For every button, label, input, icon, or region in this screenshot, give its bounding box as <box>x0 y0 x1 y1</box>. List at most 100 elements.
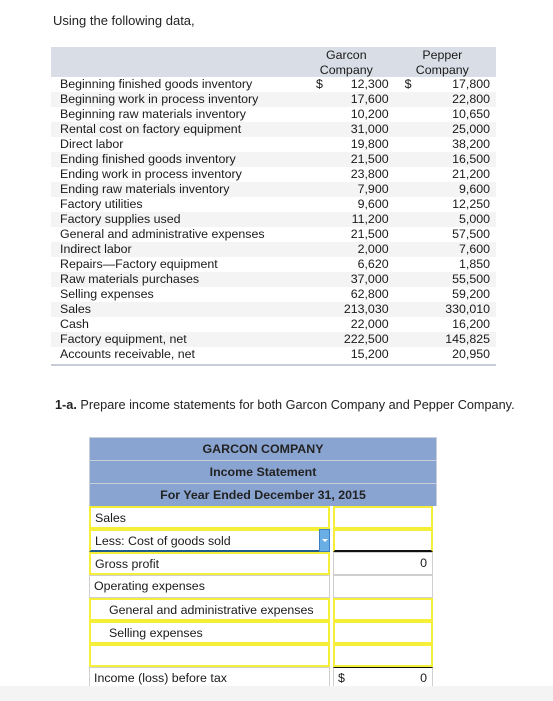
pepper-value: 1,850 <box>389 257 496 272</box>
data-table-row: Selling expenses 62,800 59,200 <box>51 287 496 302</box>
row-label: Direct labor <box>60 137 124 151</box>
selling-label-select[interactable]: Selling expenses <box>89 621 330 644</box>
garcon-amount: 17,600 <box>350 92 389 106</box>
garcon-amount: 2,000 <box>357 242 389 256</box>
pepper-amount: 20,950 <box>452 347 490 361</box>
is-company-name: GARCON COMPANY <box>89 437 437 460</box>
garcon-amount: 9,600 <box>357 197 389 211</box>
question-text: 1-a. Prepare income statements for both … <box>55 398 515 412</box>
pepper-amount: 59,200 <box>452 287 490 301</box>
garcon-value: 17,600 <box>303 92 389 107</box>
pepper-amount: 25,000 <box>452 122 490 136</box>
row-label: Repairs—Factory equipment <box>60 257 218 271</box>
row-label: Ending work in process inventory <box>60 167 242 181</box>
pepper-amount: 1,850 <box>458 257 490 271</box>
is-row-gross-profit: Gross profit 0 <box>89 552 437 575</box>
garcon-amount: 22,000 <box>350 317 389 331</box>
data-table-row: Beginning raw materials inventory 10,200 1… <box>51 107 496 122</box>
data-table-row: Accounts receivable, net 15,200 20,950 <box>51 347 496 366</box>
pepper-amount: 17,800 <box>452 77 490 91</box>
garcon-value: 2,000 <box>303 242 389 257</box>
garcon-amount: 11,200 <box>351 212 389 226</box>
pepper-value: 57,500 <box>389 227 496 242</box>
data-table-row: Direct labor 19,800 38,200 <box>51 137 496 152</box>
row-label: Beginning work in process inventory <box>51 92 304 107</box>
pepper-amount: 55,500 <box>452 272 490 286</box>
pepper-amount: 38,200 <box>452 137 490 151</box>
garcon-value: $12,300 <box>304 77 389 92</box>
data-table-row: Factory supplies used 11,200 5,000 <box>51 212 496 227</box>
pepper-value: 16,200 <box>389 317 496 332</box>
pepper-amount: 330,010 <box>445 302 490 316</box>
garcon-amount: 23,800 <box>350 167 389 181</box>
data-table-row: Ending finished goods inventory 21,500 16,… <box>51 152 496 167</box>
data-table-row: Sales 213,030 330,010 <box>51 302 496 317</box>
pepper-amount: 9,600 <box>458 182 490 196</box>
chevron-down-icon[interactable] <box>319 529 330 552</box>
garcon-amount: 222,500 <box>343 332 389 346</box>
pepper-value: 9,600 <box>388 182 496 197</box>
is-period: For Year Ended December 31, 2015 <box>89 483 437 506</box>
blank-amount-input[interactable] <box>333 644 433 667</box>
cogs-amount-input[interactable] <box>333 529 433 552</box>
cogs-label-select[interactable]: Less: Cost of goods sold <box>89 529 330 552</box>
operating-expenses-label: Operating expenses <box>89 575 330 598</box>
garcon-amount: 15,200 <box>350 347 389 361</box>
garcon-value: 22,000 <box>304 317 389 332</box>
row-label: Ending raw materials inventory <box>51 182 304 197</box>
pepper-amount: 57,500 <box>452 227 490 241</box>
question-number: 1-a. <box>55 398 77 412</box>
selling-amount-input[interactable] <box>333 621 433 644</box>
row-label: Raw materials purchases <box>51 272 304 287</box>
is-row-gen-admin: General and administrative expenses <box>89 598 437 621</box>
data-table-row: Repairs—Factory equipment 6,620 1,850 <box>51 257 496 272</box>
row-label: Sales <box>51 302 304 317</box>
pepper-header-line2: Company <box>415 62 469 77</box>
cogs-label-text: Less: Cost of goods sold <box>95 534 231 548</box>
blank-label-select[interactable] <box>89 644 330 667</box>
garcon-value: 222,500 <box>303 332 389 347</box>
garcon-amount: 31,000 <box>350 122 389 136</box>
pepper-amount: 21,200 <box>452 167 490 181</box>
pepper-value: 38,200 <box>389 137 496 152</box>
data-table-row: General and administrative expenses 21,50… <box>51 227 496 242</box>
is-row-cogs: Less: Cost of goods sold <box>89 529 437 552</box>
pepper-amount: 10,650 <box>452 107 490 121</box>
garcon-value: 213,030 <box>303 302 389 317</box>
bottom-strip <box>0 686 553 701</box>
gross-profit-value: 0 <box>333 552 433 575</box>
garcon-header-line1: Garcon <box>325 48 367 62</box>
pepper-amount: 12,250 <box>452 197 490 211</box>
garcon-value: 9,600 <box>304 197 389 212</box>
pepper-value: 330,010 <box>388 302 496 317</box>
garcon-header-line2: Company <box>319 62 373 77</box>
row-label: Indirect labor <box>51 242 304 257</box>
garcon-value: 11,200 <box>303 212 389 227</box>
row-label: Beginning finished goods inventory <box>60 77 253 91</box>
operating-expenses-value <box>333 575 433 598</box>
pepper-amount: 145,825 <box>445 332 490 346</box>
data-table-row: Cash 22,000 16,200 <box>51 317 496 332</box>
data-table-row: Indirect labor 2,000 7,600 <box>51 242 496 257</box>
pepper-amount: 16,500 <box>452 152 490 166</box>
income-statement: GARCON COMPANY Income Statement For Year… <box>89 437 437 690</box>
garcon-value: 62,800 <box>304 287 389 302</box>
garcon-amount: 37,000 <box>350 272 389 286</box>
garcon-value: 10,200 <box>304 107 389 122</box>
gen-admin-amount-input[interactable] <box>333 598 433 621</box>
sales-label-select[interactable]: Sales <box>89 506 330 529</box>
pepper-value: 12,250 <box>389 197 496 212</box>
pepper-amount: 22,800 <box>452 92 490 106</box>
garcon-amount: 62,800 <box>350 287 389 301</box>
pepper-value: 21,200 <box>389 167 496 182</box>
pepper-value: $17,800 <box>389 77 496 92</box>
sales-amount-input[interactable] <box>333 506 433 529</box>
row-label: Cash <box>60 317 89 331</box>
garcon-amount: 12,300 <box>350 77 389 91</box>
pepper-value: 55,500 <box>388 272 496 287</box>
data-table-row: Ending raw materials inventory 7,900 9,600 <box>51 182 496 197</box>
garcon-column-header: Garcon Company <box>303 47 389 77</box>
garcon-value: 21,500 <box>304 227 389 242</box>
gross-profit-label-select[interactable]: Gross profit <box>89 552 330 575</box>
gen-admin-label-select[interactable]: General and administrative expenses <box>89 598 330 621</box>
